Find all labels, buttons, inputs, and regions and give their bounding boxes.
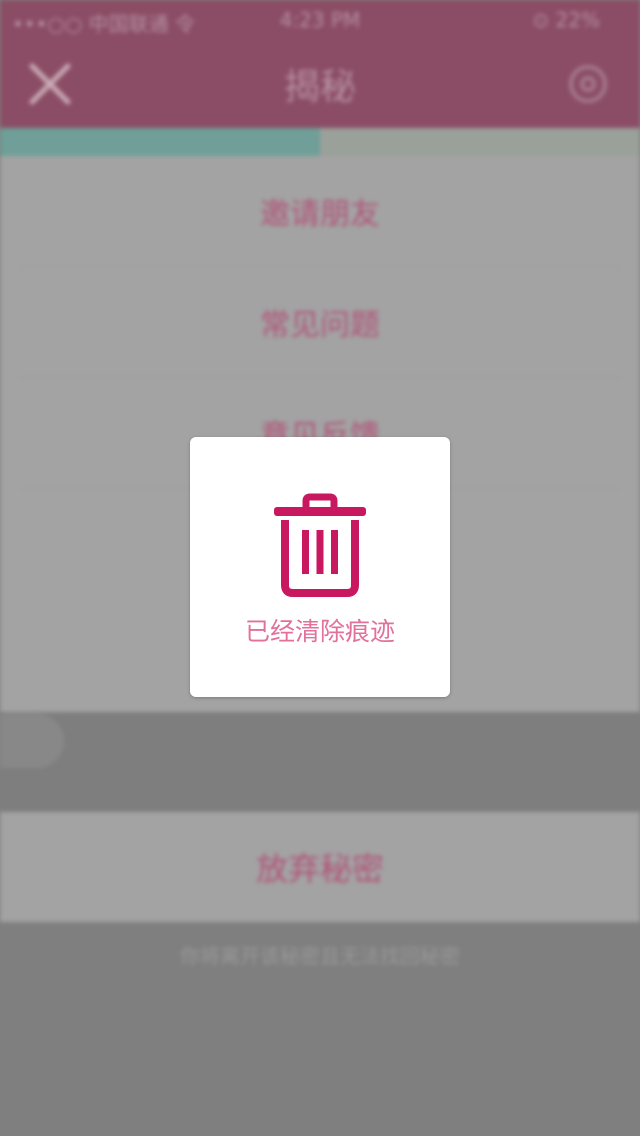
trash-icon xyxy=(274,493,366,597)
abandon-secret-button[interactable]: 放弃秘密 xyxy=(0,812,640,922)
info-band xyxy=(0,712,640,810)
avatar xyxy=(0,714,64,768)
status-bar: •••○○ 中国联通 令 4:23 PM ⊙ 22% xyxy=(0,0,640,40)
abandon-section: 放弃秘密 xyxy=(0,812,640,922)
progress-bar xyxy=(0,128,640,156)
nav-bar: 揭秘 xyxy=(0,40,640,128)
progress-fill xyxy=(0,128,320,156)
toast-dialog: 已经清除痕迹 xyxy=(190,437,450,697)
page-title: 揭秘 xyxy=(283,67,356,108)
toast-message: 已经清除痕迹 xyxy=(244,617,395,646)
footer-note: 你将离开该秘密且无法找回秘密 xyxy=(180,944,460,968)
menu-item-invite-friends[interactable]: 邀请朋友 xyxy=(20,156,620,267)
gear-icon[interactable] xyxy=(566,62,610,106)
menu-item-faq[interactable]: 常见问题 xyxy=(20,267,620,378)
battery-label: ⊙ 22% xyxy=(532,8,600,32)
